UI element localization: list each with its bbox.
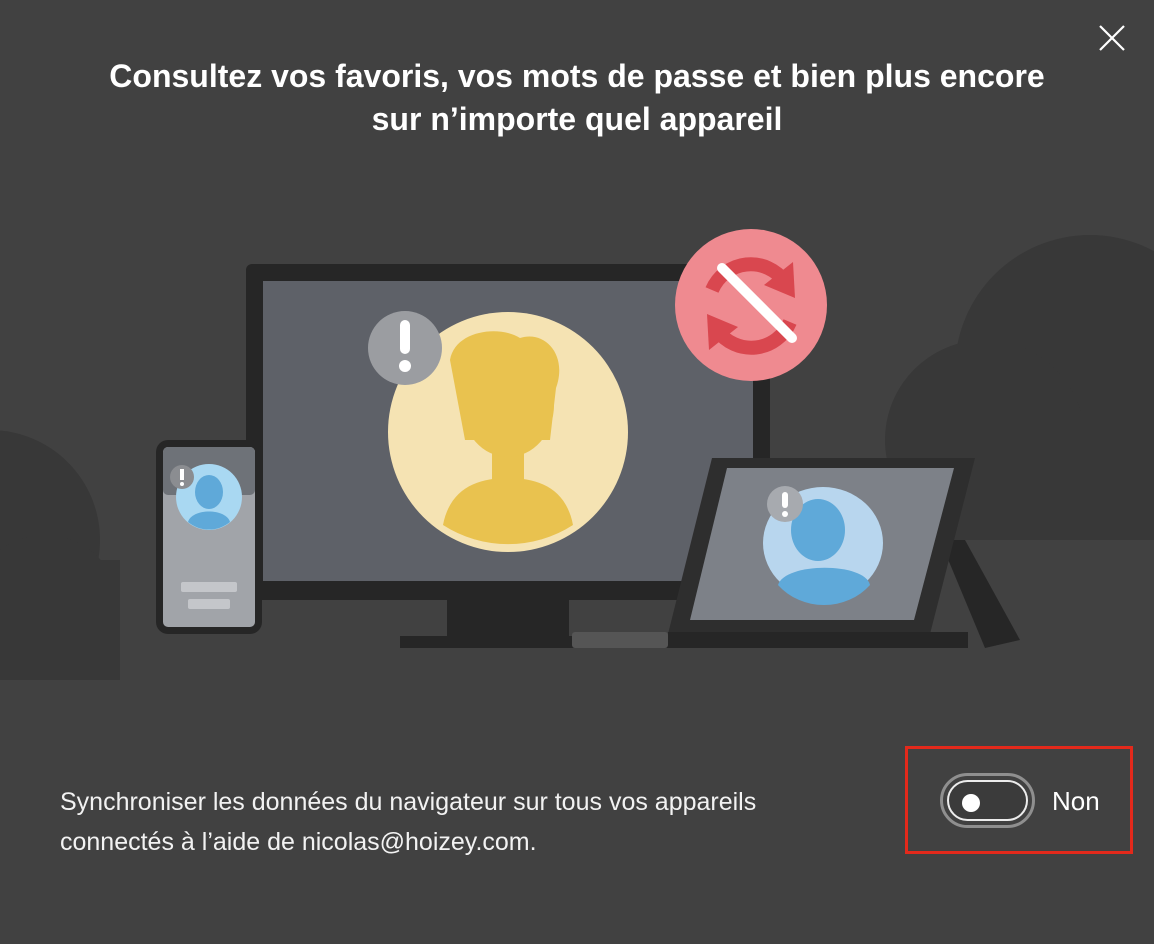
sync-toggle-track [947, 780, 1028, 821]
sync-toggle-knob [962, 794, 980, 812]
sync-off-icon [675, 229, 827, 381]
dialog-title-line-2: sur n’importe quel appareil [371, 101, 783, 137]
close-icon [1099, 25, 1125, 51]
sync-description-line-1: Synchroniser les données du navigateur s… [60, 788, 757, 816]
sync-toggle-label: Non [1052, 786, 1100, 816]
sync-description-line-2: connectés à l’aide de nicolas@hoizey.com… [60, 828, 537, 856]
sync-toggle[interactable] [940, 773, 1035, 828]
dialog-title-line-1: Consultez vos favoris, vos mots de passe… [109, 58, 1045, 94]
close-button[interactable] [1094, 20, 1130, 56]
sync-description: Synchroniser les données du navigateur s… [60, 782, 890, 862]
warning-icon [368, 311, 442, 385]
cloud-left-shape [0, 430, 120, 680]
dialog-title: Consultez vos favoris, vos mots de passe… [0, 55, 1154, 141]
sync-illustration [0, 229, 1154, 680]
phone-icon [156, 440, 262, 634]
